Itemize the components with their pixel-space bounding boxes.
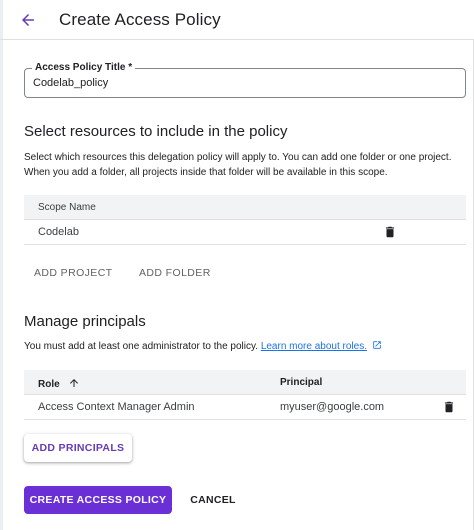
back-button[interactable] xyxy=(14,6,42,34)
resources-heading: Select resources to include in the polic… xyxy=(24,123,288,140)
table-row: Codelab xyxy=(24,220,466,245)
principals-description-line: You must add at least one administrator … xyxy=(24,339,468,354)
page-header: Create Access Policy xyxy=(0,0,474,40)
table-row: Access Context Manager Admin myuser@goog… xyxy=(24,395,466,420)
delete-icon[interactable] xyxy=(442,400,456,414)
principals-description: You must add at least one administrator … xyxy=(24,341,259,352)
scope-name-column-header: Scope Name xyxy=(38,202,96,213)
role-cell: Access Context Manager Admin xyxy=(38,401,195,413)
scope-name-cell: Codelab xyxy=(38,226,79,238)
learn-more-link[interactable]: Learn more about roles. xyxy=(261,341,367,352)
left-divider xyxy=(0,0,3,530)
scope-table-header: Scope Name xyxy=(24,195,466,220)
open-in-new-icon[interactable] xyxy=(372,340,382,350)
principal-column-header: Principal xyxy=(280,377,323,388)
resources-description: Select which resources this delegation p… xyxy=(24,152,452,178)
cancel-button[interactable]: CANCEL xyxy=(180,486,246,514)
page-title: Create Access Policy xyxy=(59,10,221,29)
principal-cell: myuser@google.com xyxy=(280,401,385,413)
role-column-label: Role xyxy=(38,379,60,390)
add-folder-button[interactable]: ADD FOLDER xyxy=(139,267,211,279)
principals-heading: Manage principals xyxy=(24,313,146,330)
policy-title-field[interactable]: Access Policy Title * xyxy=(24,62,466,98)
arrow-upward-icon[interactable] xyxy=(68,377,80,389)
policy-title-input[interactable] xyxy=(33,77,453,89)
policy-title-label: Access Policy Title * xyxy=(32,62,136,74)
principals-table-header: Role Principal xyxy=(24,370,466,395)
delete-icon[interactable] xyxy=(383,225,397,239)
create-access-policy-button[interactable]: CREATE ACCESS POLICY xyxy=(24,486,172,514)
add-principals-button[interactable]: ADD PRINCIPALS xyxy=(24,434,132,462)
role-column-header[interactable]: Role xyxy=(38,377,80,390)
arrow-back-icon xyxy=(22,14,34,26)
add-project-button[interactable]: ADD PROJECT xyxy=(34,267,113,279)
